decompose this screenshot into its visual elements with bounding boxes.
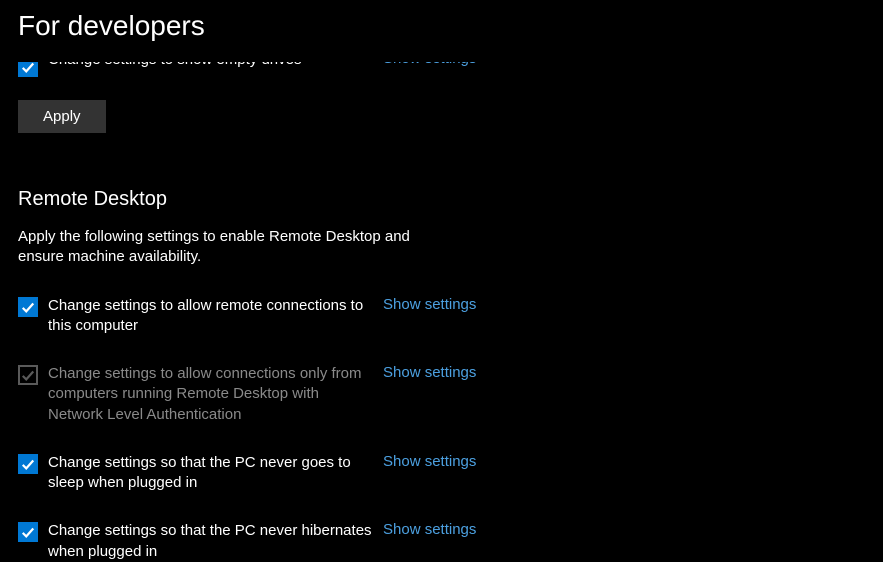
setting-label: Change settings so that the PC never hib… bbox=[48, 521, 373, 562]
checkbox-empty-drives[interactable] bbox=[18, 62, 38, 77]
setting-row-empty-drives: Change settings to show empty drives Sho… bbox=[18, 62, 883, 80]
setting-row-never-hibernate: Change settings so that the PC never hib… bbox=[18, 521, 883, 562]
page-title: For developers bbox=[18, 10, 883, 42]
check-icon bbox=[21, 300, 35, 314]
show-settings-link[interactable]: Show settings bbox=[383, 364, 476, 381]
show-settings-link[interactable]: Show settings bbox=[383, 521, 476, 538]
check-icon bbox=[21, 457, 35, 471]
show-settings-link[interactable]: Show settings bbox=[383, 62, 476, 67]
show-settings-link[interactable]: Show settings bbox=[383, 453, 476, 470]
checkbox-remote-connections[interactable] bbox=[18, 297, 38, 317]
checkbox-network-auth bbox=[18, 365, 38, 385]
check-icon bbox=[21, 62, 35, 74]
checkbox-never-hibernate[interactable] bbox=[18, 522, 38, 542]
setting-label: Change settings so that the PC never goe… bbox=[48, 453, 373, 494]
setting-label: Change settings to allow remote connecti… bbox=[48, 296, 373, 337]
checkbox-never-sleep[interactable] bbox=[18, 454, 38, 474]
check-icon bbox=[21, 525, 35, 539]
setting-row-never-sleep: Change settings so that the PC never goe… bbox=[18, 453, 883, 494]
remote-desktop-title: Remote Desktop bbox=[18, 188, 883, 211]
setting-row-remote-connections: Change settings to allow remote connecti… bbox=[18, 296, 883, 337]
apply-button[interactable]: Apply bbox=[18, 100, 106, 133]
show-settings-link[interactable]: Show settings bbox=[383, 296, 476, 313]
remote-desktop-description: Apply the following settings to enable R… bbox=[18, 227, 438, 268]
setting-label: Change settings to allow connections onl… bbox=[48, 364, 373, 425]
check-icon bbox=[21, 368, 35, 382]
setting-label: Change settings to show empty drives bbox=[48, 62, 373, 70]
setting-row-network-auth: Change settings to allow connections onl… bbox=[18, 364, 883, 425]
